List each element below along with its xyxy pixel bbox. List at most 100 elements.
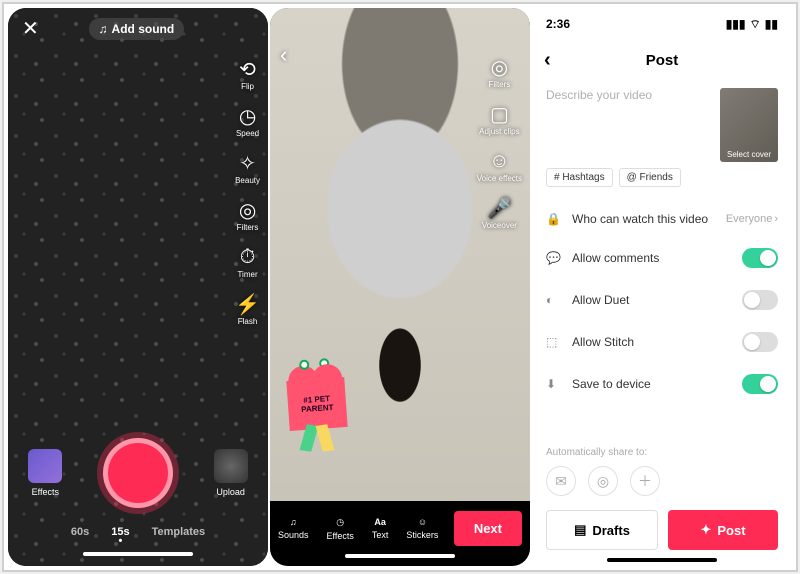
adjust-clips-label: Adjust clips [479, 127, 519, 136]
speed-tool[interactable]: ◷ Speed [235, 105, 260, 138]
preview-screen: 2:36 ▮▮▮ ⌔ ▮▮ ‹ ◎ Filters ▢ Adjust clips… [270, 8, 530, 566]
allow-stitch-setting: ⬚ Allow Stitch [546, 321, 778, 363]
select-cover-label: Select cover [727, 150, 771, 159]
duet-label: Allow Duet [572, 293, 629, 307]
hashtags-chip[interactable]: # Hashtags [546, 168, 613, 187]
back-button[interactable]: ‹ [280, 42, 287, 68]
sounds-button[interactable]: ♫ Sounds [278, 517, 309, 541]
stitch-icon: ⬚ [546, 335, 562, 349]
filters-tool[interactable]: ◎ Filters [235, 199, 260, 232]
stitch-toggle[interactable] [742, 332, 778, 352]
text-label: Text [372, 530, 389, 540]
flash-tool[interactable]: ⚡ Flash [235, 293, 260, 326]
mode-60s[interactable]: 60s [71, 526, 89, 544]
share-label: Automatically share to: [546, 447, 778, 458]
share-more-button[interactable]: ＋ [630, 466, 660, 496]
friends-chip[interactable]: @ Friends [619, 168, 681, 187]
privacy-label: Who can watch this video [572, 212, 708, 226]
clock-icon: ◷ [336, 517, 344, 528]
flip-tool[interactable]: ⟲ Flip [235, 58, 260, 91]
filters-icon: ◎ [237, 199, 259, 221]
post-button[interactable]: ✦ Post [668, 510, 778, 550]
flash-off-icon: ⚡ [237, 293, 259, 315]
signal-icon: ▮▮▮ [726, 17, 746, 31]
stickers-button[interactable]: ☺ Stickers [406, 517, 438, 541]
instagram-icon: ◎ [597, 473, 609, 490]
drafts-icon: ▤ [574, 522, 586, 538]
effects-label: Effects [32, 487, 59, 497]
home-indicator[interactable] [345, 554, 455, 558]
mode-15s[interactable]: 15s [111, 526, 129, 544]
status-time: 2:36 [546, 17, 570, 31]
music-note-icon: ♫ [290, 517, 297, 527]
battery-icon: ▮▮ [765, 17, 778, 31]
stitch-label: Allow Stitch [572, 335, 634, 349]
flash-label: Flash [238, 317, 258, 326]
next-button[interactable]: Next [454, 511, 522, 546]
voice-effects-icon: ☺ [488, 150, 510, 172]
allow-duet-setting: ◐ Allow Duet [546, 279, 778, 321]
beauty-tool[interactable]: ✧ Beauty [235, 152, 260, 185]
beauty-label: Beauty [235, 176, 260, 185]
save-label: Save to device [572, 377, 651, 391]
select-cover-button[interactable]: Select cover [720, 88, 778, 162]
adjust-clips-icon: ▢ [488, 103, 510, 125]
voice-effects-tool[interactable]: ☺ Voice effects [477, 150, 522, 183]
home-indicator[interactable] [83, 552, 193, 556]
add-sound-button[interactable]: ♫ Add sound [89, 18, 185, 40]
filters-label: Filters [237, 223, 259, 232]
timer-icon: ⏱ [237, 246, 259, 268]
comment-icon: 💬 [546, 251, 562, 265]
close-button[interactable]: ✕ [22, 16, 39, 41]
voiceover-tool[interactable]: 🎤 Voiceover [477, 197, 522, 230]
share-message-button[interactable]: ✉ [546, 466, 576, 496]
home-indicator[interactable] [607, 558, 717, 562]
speed-label: Speed [236, 129, 259, 138]
drafts-label: Drafts [592, 523, 630, 538]
drafts-button[interactable]: ▤ Drafts [546, 510, 658, 550]
sounds-label: Sounds [278, 530, 309, 540]
duet-toggle[interactable] [742, 290, 778, 310]
upload-thumb [214, 449, 248, 483]
post-label: Post [717, 523, 745, 538]
mode-templates[interactable]: Templates [152, 526, 206, 544]
upload-button[interactable]: Upload [214, 449, 248, 497]
preview-filters-tool[interactable]: ◎ Filters [477, 56, 522, 89]
share-instagram-button[interactable]: ◎ [588, 466, 618, 496]
speed-icon: ◷ [237, 105, 259, 127]
comments-toggle[interactable] [742, 248, 778, 268]
page-title: Post [646, 52, 679, 69]
description-input[interactable]: Describe your video [546, 88, 712, 162]
plus-icon: ＋ [638, 471, 652, 491]
voice-effects-label: Voice effects [477, 174, 522, 183]
record-button[interactable] [103, 438, 173, 508]
chevron-right-icon: › [774, 213, 778, 225]
post-screen: 2:36 ▮▮▮ ⌔ ▮▮ ‹ Post Describe your video… [532, 8, 792, 566]
effects-button[interactable]: Effects [28, 449, 62, 497]
mic-icon: 🎤 [488, 197, 510, 219]
add-sound-label: Add sound [112, 22, 175, 36]
effects-edit-label: Effects [327, 531, 354, 541]
preview-filters-label: Filters [489, 80, 511, 89]
beauty-icon: ✧ [237, 152, 259, 174]
adjust-clips-tool[interactable]: ▢ Adjust clips [477, 103, 522, 136]
text-button[interactable]: Aa Text [372, 517, 389, 541]
privacy-setting[interactable]: 🔒 Who can watch this video Everyone› [546, 201, 778, 237]
chat-icon: ✉ [555, 473, 567, 490]
timer-tool[interactable]: ⏱ Timer [235, 246, 260, 279]
allow-comments-setting: 💬 Allow comments [546, 237, 778, 279]
upload-label: Upload [216, 487, 245, 497]
status-icons: ▮▮▮ ⌔ ▮▮ [726, 17, 778, 32]
flip-label: Flip [241, 82, 254, 91]
pet-parent-sticker[interactable]: #1 PET PARENT [288, 379, 346, 451]
duet-icon: ◐ [546, 293, 562, 307]
effects-edit-button[interactable]: ◷ Effects [327, 517, 354, 541]
sticker-icon: ☺ [418, 517, 427, 527]
mode-selector: 60s 15s Templates [71, 526, 205, 544]
stickers-label: Stickers [406, 530, 438, 540]
sparkle-icon: ✦ [700, 522, 711, 538]
back-button[interactable]: ‹ [544, 49, 551, 72]
save-toggle[interactable] [742, 374, 778, 394]
music-note-icon: ♫ [99, 22, 108, 36]
sticker-text: #1 PET PARENT [287, 393, 346, 415]
